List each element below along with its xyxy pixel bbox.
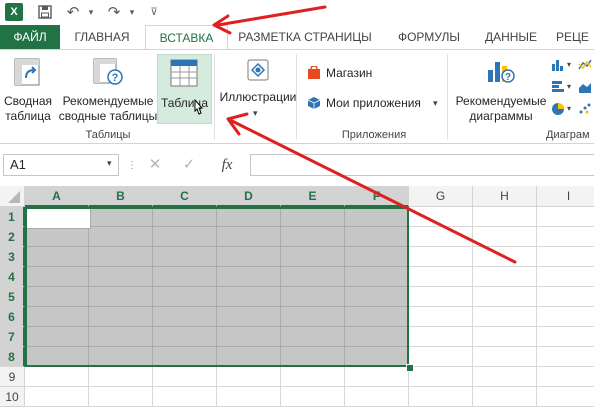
annotation-arrows [212, 5, 517, 264]
arrow-to-table-button [226, 112, 517, 264]
arrow-to-insert-tab [212, 5, 327, 35]
